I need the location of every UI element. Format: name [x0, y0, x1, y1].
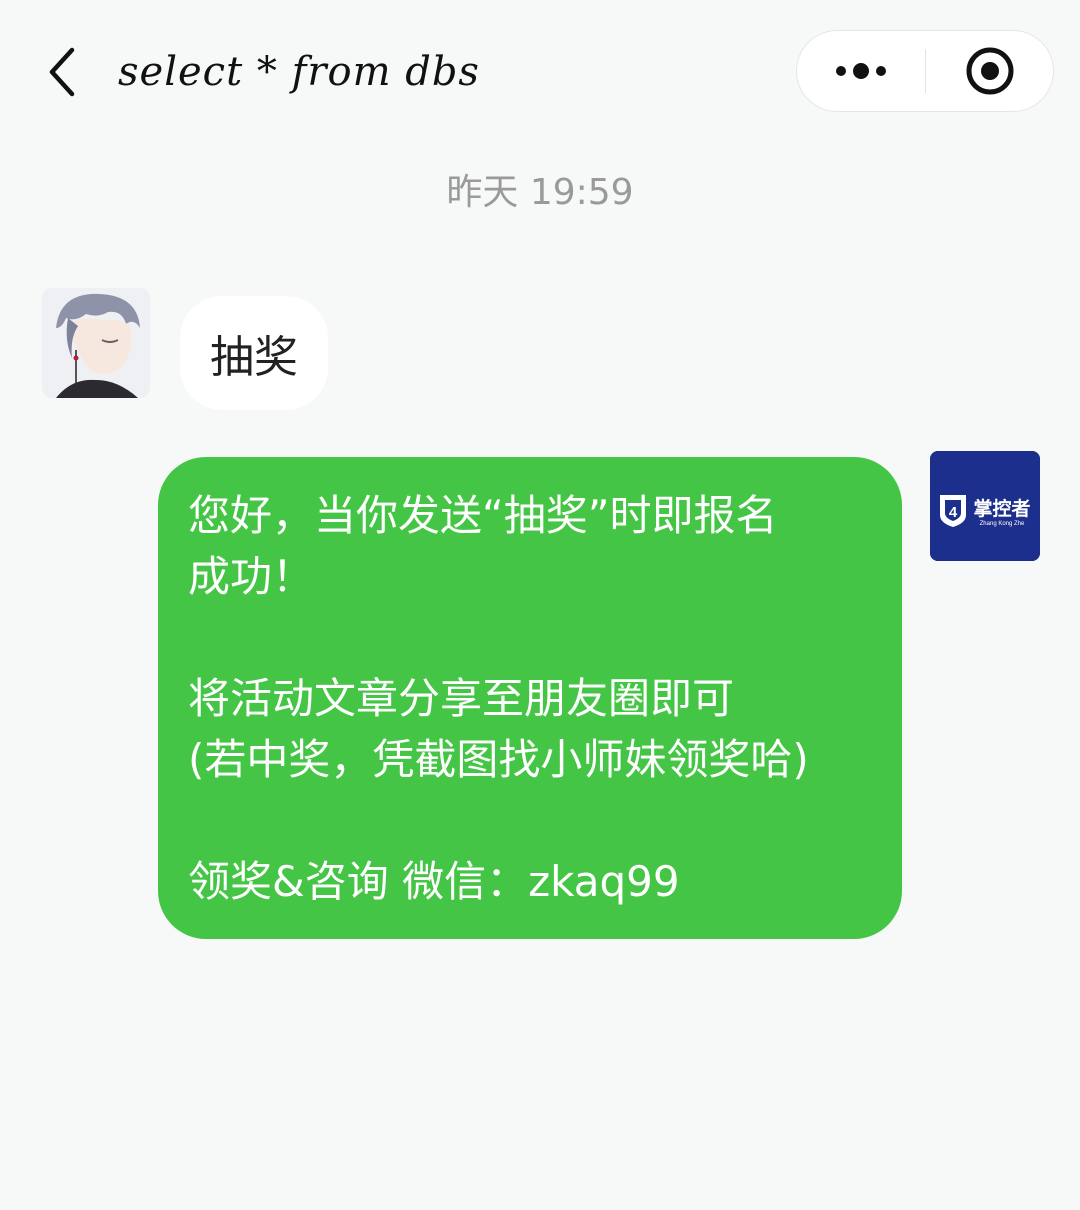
close-button[interactable] — [926, 31, 1054, 111]
page-title: select * from dbs — [118, 49, 480, 95]
mini-program-capsule — [796, 30, 1054, 112]
more-dots-icon — [836, 63, 886, 79]
message-line: 领奖&咨询 微信：zkaq99 — [188, 857, 680, 906]
brand-logo-icon: 4 掌控者 Zhang Kong Zhe — [930, 451, 1040, 561]
back-button[interactable] — [36, 40, 88, 104]
message-timestamp: 昨天 19:59 — [446, 172, 634, 213]
chevron-left-icon — [49, 47, 75, 97]
anime-avatar-icon — [42, 288, 150, 398]
message-line: 您好，当你发送“抽奖”时即报名 — [188, 491, 778, 540]
message-line: (若中奖，凭截图找小师妹领奖哈) — [188, 735, 809, 784]
message-line: 成功！ — [188, 552, 315, 601]
incoming-message-bubble[interactable]: 抽奖 — [180, 296, 328, 410]
chat-screen: select * from dbs 昨天 19:59 抽奖 您好，当你发送“抽奖… — [0, 0, 1080, 1210]
user-avatar[interactable] — [42, 288, 150, 398]
brand-avatar[interactable]: 4 掌控者 Zhang Kong Zhe — [930, 451, 1040, 561]
logo-wordmark: 掌控者 — [973, 497, 1030, 520]
more-button[interactable] — [797, 31, 925, 111]
outgoing-message-bubble[interactable]: 您好，当你发送“抽奖”时即报名 成功！ 将活动文章分享至朋友圈即可 (若中奖，凭… — [158, 457, 902, 939]
svg-text:4: 4 — [949, 504, 958, 521]
top-bar: select * from dbs — [0, 0, 1080, 140]
target-close-icon — [966, 47, 1014, 95]
message-line: 将活动文章分享至朋友圈即可 — [188, 674, 735, 723]
logo-subtext: Zhang Kong Zhe — [980, 521, 1025, 527]
